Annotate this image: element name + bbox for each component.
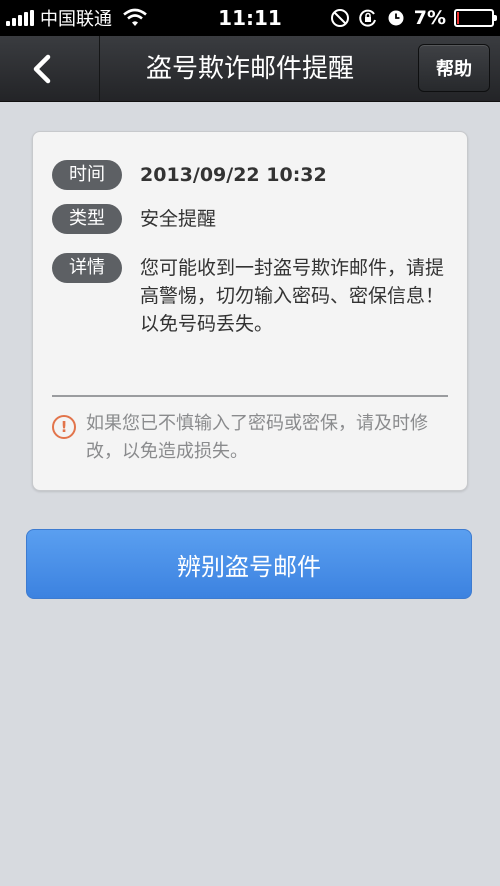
- battery-percent: 7%: [413, 7, 446, 29]
- page-title: 盗号欺诈邮件提醒: [145, 54, 354, 84]
- alert-card: 时间 2013/09/22 10:32 类型 安全提醒 详情 您可能收到一封盗号…: [32, 131, 468, 491]
- navigation-bar: 盗号欺诈邮件提醒 帮助: [0, 36, 500, 102]
- orientation-lock-icon: [359, 9, 376, 27]
- identify-phishing-email-button[interactable]: 辨别盗号邮件: [26, 529, 472, 599]
- warning-text: 如果您已不慎输入了密码或密保，请及时修改，以免造成损失。: [86, 413, 428, 462]
- status-right: 7%: [330, 0, 497, 36]
- detail-label: 详情: [52, 253, 122, 283]
- type-label: 类型: [52, 204, 122, 234]
- status-bar: 中国联通 11:11 7%: [0, 0, 500, 36]
- time-value: 2013/09/22 10:32: [140, 164, 327, 186]
- do-not-disturb-icon: [330, 9, 349, 27]
- time-row: 时间 2013/09/22 10:32: [52, 160, 327, 190]
- battery-fill: [457, 12, 459, 24]
- time-label: 时间: [52, 160, 122, 190]
- battery-icon: [454, 9, 497, 27]
- type-value: 安全提醒: [140, 208, 217, 230]
- back-button[interactable]: [0, 36, 100, 102]
- detail-value: 您可能收到一封盗号欺诈邮件，请提高警惕，切勿输入密码、密保信息！以免号码丢失。: [140, 257, 445, 335]
- alarm-icon: [388, 10, 404, 26]
- type-row: 类型 安全提醒: [52, 204, 216, 234]
- exclamation-circle-icon: !: [52, 415, 76, 439]
- help-button[interactable]: 帮助: [418, 44, 490, 92]
- divider: [52, 395, 448, 397]
- chevron-left-icon: [33, 54, 50, 84]
- warning-note: ! 如果您已不慎输入了密码或密保，请及时修改，以免造成损失。: [52, 410, 452, 466]
- detail-row: 详情 您可能收到一封盗号欺诈邮件，请提高警惕，切勿输入密码、密保信息！以免号码丢…: [52, 253, 450, 338]
